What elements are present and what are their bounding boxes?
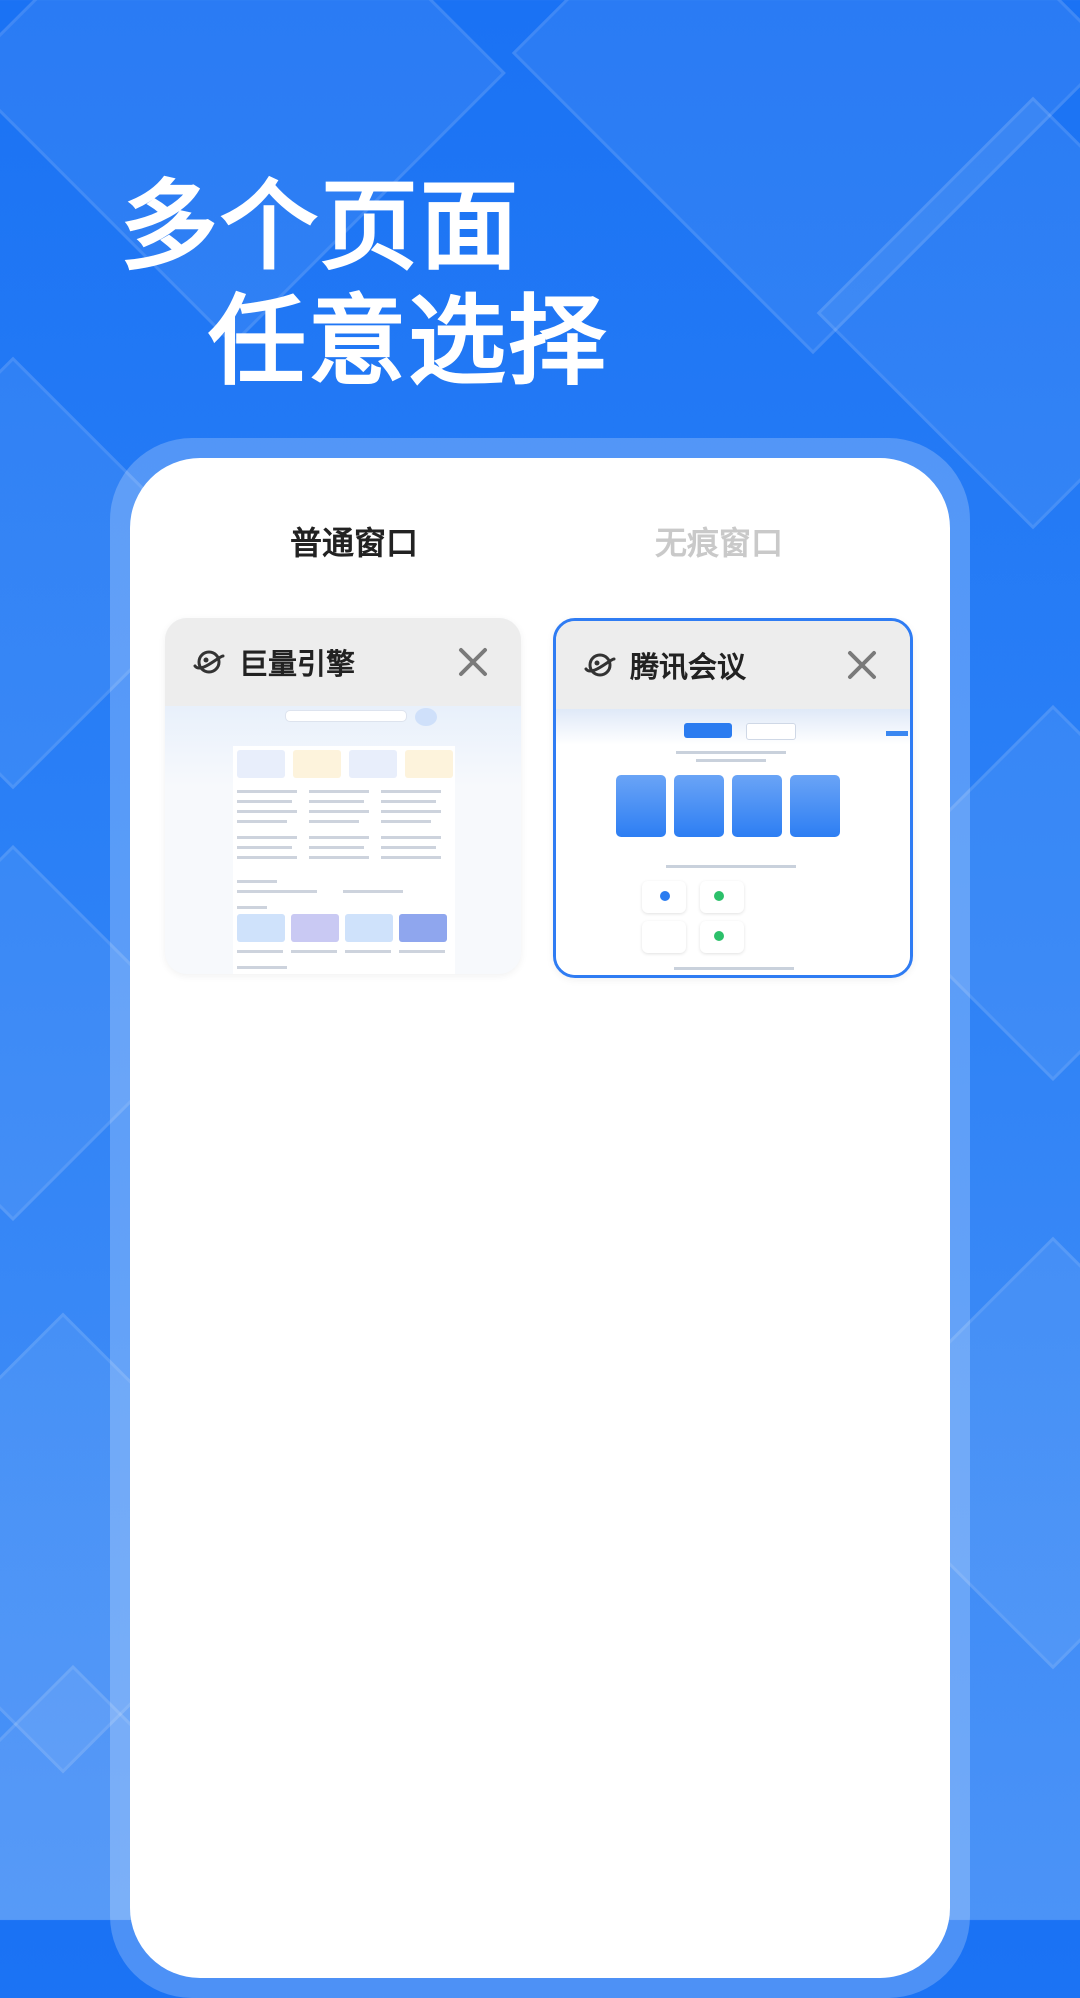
- card-title: 腾讯会议: [630, 650, 747, 684]
- window-tabs: 普通窗口 无痕窗口: [130, 518, 950, 653]
- planet-icon: [193, 650, 225, 674]
- page-thumbnail: [556, 709, 910, 975]
- close-icon[interactable]: [455, 644, 491, 680]
- tab-normal-window[interactable]: 普通窗口: [290, 518, 418, 564]
- page-thumbnail: [165, 706, 521, 974]
- headline-line-1: 多个页面: [120, 170, 521, 284]
- card-header: 腾讯会议: [556, 621, 910, 709]
- headline-line-2: 任意选择: [208, 285, 609, 399]
- card-header: 巨量引擎: [165, 618, 521, 706]
- close-icon[interactable]: [844, 647, 880, 683]
- headline: 多个页面 任意选择: [120, 170, 608, 400]
- page-card-juliang[interactable]: 巨量引擎: [165, 618, 521, 974]
- tab-private-window[interactable]: 无痕窗口: [655, 518, 783, 564]
- page-card-tencent-meeting[interactable]: 腾讯会议: [553, 618, 913, 978]
- planet-icon: [584, 653, 616, 677]
- phone-screen: 普通窗口 无痕窗口 巨量引擎 腾讯会议: [130, 458, 950, 1978]
- card-title: 巨量引擎: [239, 647, 356, 681]
